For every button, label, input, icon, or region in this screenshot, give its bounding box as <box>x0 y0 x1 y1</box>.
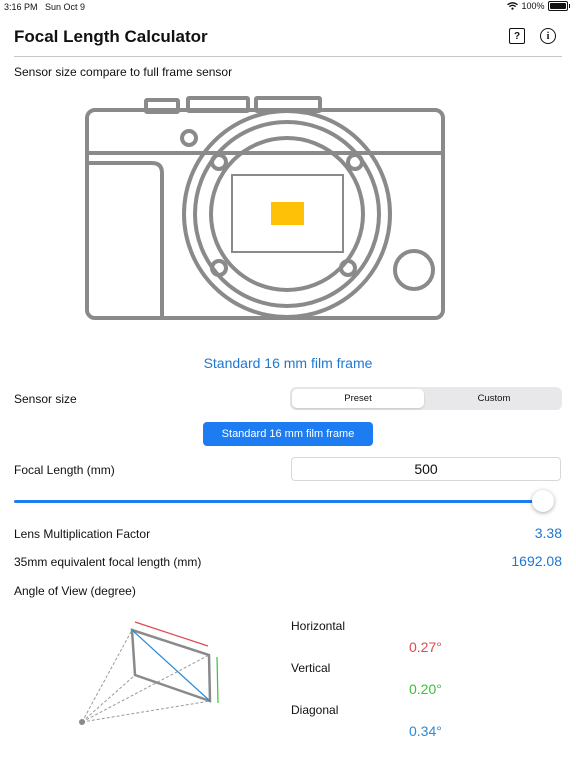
vertical-label: Vertical <box>291 661 331 675</box>
focal-length-label: Focal Length (mm) <box>14 463 115 477</box>
sensor-size-label: Sensor size <box>14 392 77 406</box>
equivalent-focal-value: 1692.08 <box>511 553 562 569</box>
focal-length-slider-thumb[interactable] <box>532 490 554 512</box>
vertical-indicator <box>216 656 219 704</box>
preset-select-button[interactable]: Standard 16 mm film frame <box>203 422 373 446</box>
battery-tip <box>568 4 570 8</box>
status-date: Sun Oct 9 <box>45 2 86 12</box>
focal-length-slider-track[interactable] <box>14 500 554 503</box>
angle-of-view-diagram <box>79 621 219 725</box>
vertical-value: 0.20° <box>409 681 442 697</box>
horizontal-value: 0.27° <box>409 639 442 655</box>
status-bar: 3:16 PM Sun Oct 9 100% <box>0 0 576 14</box>
selected-sensor-rect <box>271 202 304 225</box>
status-indicators: 100% <box>507 1 570 11</box>
question-square-icon: ? <box>509 28 525 44</box>
angle-of-view-label: Angle of View (degree) <box>14 584 136 598</box>
diagonal-label: Diagonal <box>291 703 339 717</box>
focal-point <box>79 719 85 725</box>
mount-screw-2 <box>346 153 364 171</box>
segment-custom[interactable]: Custom <box>428 389 560 408</box>
status-time: 3:16 PM <box>4 2 38 12</box>
segment-preset[interactable]: Preset <box>292 389 424 408</box>
info-button[interactable]: i <box>538 26 558 46</box>
multiplier-label: Lens Multiplication Factor <box>14 527 151 541</box>
battery-icon <box>547 1 568 11</box>
battery-percent: 100% <box>521 1 545 11</box>
sensor-compare-caption: Sensor size compare to full frame sensor <box>14 65 233 79</box>
equivalent-focal-label: 35mm equivalent focal length (mm) <box>14 555 202 569</box>
camera-button-top <box>180 129 198 147</box>
camera-grip <box>87 161 164 318</box>
diagonal-line <box>131 629 211 702</box>
help-button[interactable]: ? <box>507 26 527 46</box>
diagonal-value: 0.34° <box>409 723 442 739</box>
header-divider <box>14 56 562 57</box>
horizontal-label: Horizontal <box>291 619 346 633</box>
camera-button-right <box>393 249 435 291</box>
focal-length-input[interactable]: 500 <box>291 457 561 481</box>
camera-illustration <box>85 96 445 320</box>
multiplier-value: 3.38 <box>534 525 562 541</box>
sensor-name-link[interactable]: Standard 16 mm film frame <box>0 355 576 371</box>
page-title: Focal Length Calculator <box>14 27 208 46</box>
info-circle-icon: i <box>540 28 556 44</box>
sensor-mode-segmented-control[interactable]: Preset Custom <box>290 387 562 410</box>
mount-screw-1 <box>210 153 228 171</box>
wifi-icon <box>507 2 519 10</box>
